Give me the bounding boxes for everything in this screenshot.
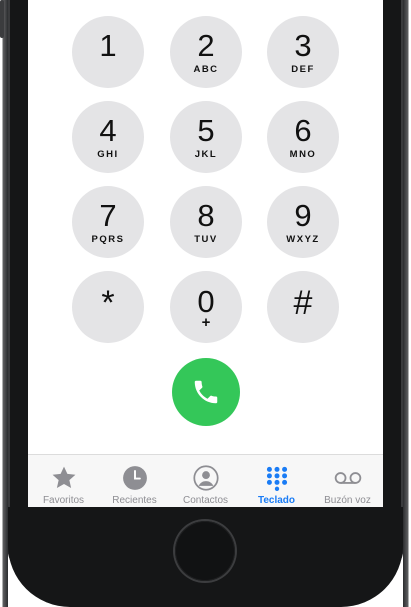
tab-label: Teclado xyxy=(257,495,296,506)
key-letters: GHI xyxy=(97,148,119,160)
key-digit: 2 xyxy=(197,27,215,63)
tab-label: Buzón voz xyxy=(324,495,371,506)
star-icon xyxy=(50,464,78,492)
tab-teclado[interactable]: Teclado xyxy=(241,455,312,507)
tab-favoritos[interactable]: Favoritos xyxy=(28,455,99,507)
key-2[interactable]: 2 ABC xyxy=(170,16,242,88)
phone-device: 1 2 ABC 3 DEF 4 GHI 5 JKL 6 MNO 7 PQRS 8… xyxy=(0,0,411,607)
key-digit: 9 xyxy=(294,197,312,233)
key-digit: 7 xyxy=(99,197,117,233)
key-letters: ABC xyxy=(193,63,219,75)
phone-icon xyxy=(194,380,218,404)
side-button xyxy=(0,0,4,38)
key-digit: 1 xyxy=(99,27,117,63)
voicemail-icon xyxy=(334,464,362,492)
tab-label: Recientes xyxy=(112,495,157,506)
key-letters: PQRS xyxy=(91,233,125,245)
key-5[interactable]: 5 JKL xyxy=(170,101,242,173)
key-digit: 3 xyxy=(294,27,312,63)
key-digit: 8 xyxy=(197,197,215,233)
tab-bar: Favoritos Recientes Contactos Teclado Bu… xyxy=(28,454,383,507)
key-hash[interactable]: # xyxy=(267,271,339,343)
person-icon xyxy=(192,464,220,492)
clock-icon xyxy=(121,464,149,492)
tab-buzon-voz[interactable]: Buzón voz xyxy=(312,455,383,507)
tab-label: Contactos xyxy=(182,495,229,506)
tab-label: Favoritos xyxy=(42,495,85,506)
phone-left-edge xyxy=(0,0,8,607)
key-letters: DEF xyxy=(291,63,315,75)
home-button[interactable] xyxy=(175,521,235,581)
key-9[interactable]: 9 WXYZ xyxy=(267,186,339,258)
key-digit: 0 xyxy=(197,284,215,319)
phone-right-edge xyxy=(403,0,411,607)
key-digit: * xyxy=(101,284,115,322)
key-letters: JKL xyxy=(194,148,218,160)
key-8[interactable]: 8 TUV xyxy=(170,186,242,258)
key-4[interactable]: 4 GHI xyxy=(72,101,144,173)
tab-contactos[interactable]: Contactos xyxy=(170,455,241,507)
key-1[interactable]: 1 xyxy=(72,16,144,88)
key-7[interactable]: 7 PQRS xyxy=(72,186,144,258)
key-letters: + xyxy=(201,314,211,331)
key-letters: WXYZ xyxy=(286,233,320,245)
key-3[interactable]: 3 DEF xyxy=(267,16,339,88)
keypad-grid-icon xyxy=(263,464,291,492)
call-button[interactable] xyxy=(172,358,240,426)
tab-recientes[interactable]: Recientes xyxy=(99,455,170,507)
key-digit: 5 xyxy=(197,112,215,148)
key-digit: 6 xyxy=(294,112,312,148)
key-6[interactable]: 6 MNO xyxy=(267,101,339,173)
key-digit: 4 xyxy=(99,112,117,148)
key-letters: MNO xyxy=(289,148,317,160)
key-0[interactable]: 0 + xyxy=(170,271,242,343)
phone-screen: 1 2 ABC 3 DEF 4 GHI 5 JKL 6 MNO 7 PQRS 8… xyxy=(28,0,383,507)
key-star[interactable]: * xyxy=(72,271,144,343)
key-digit: # xyxy=(293,284,313,322)
key-letters: TUV xyxy=(194,233,218,245)
